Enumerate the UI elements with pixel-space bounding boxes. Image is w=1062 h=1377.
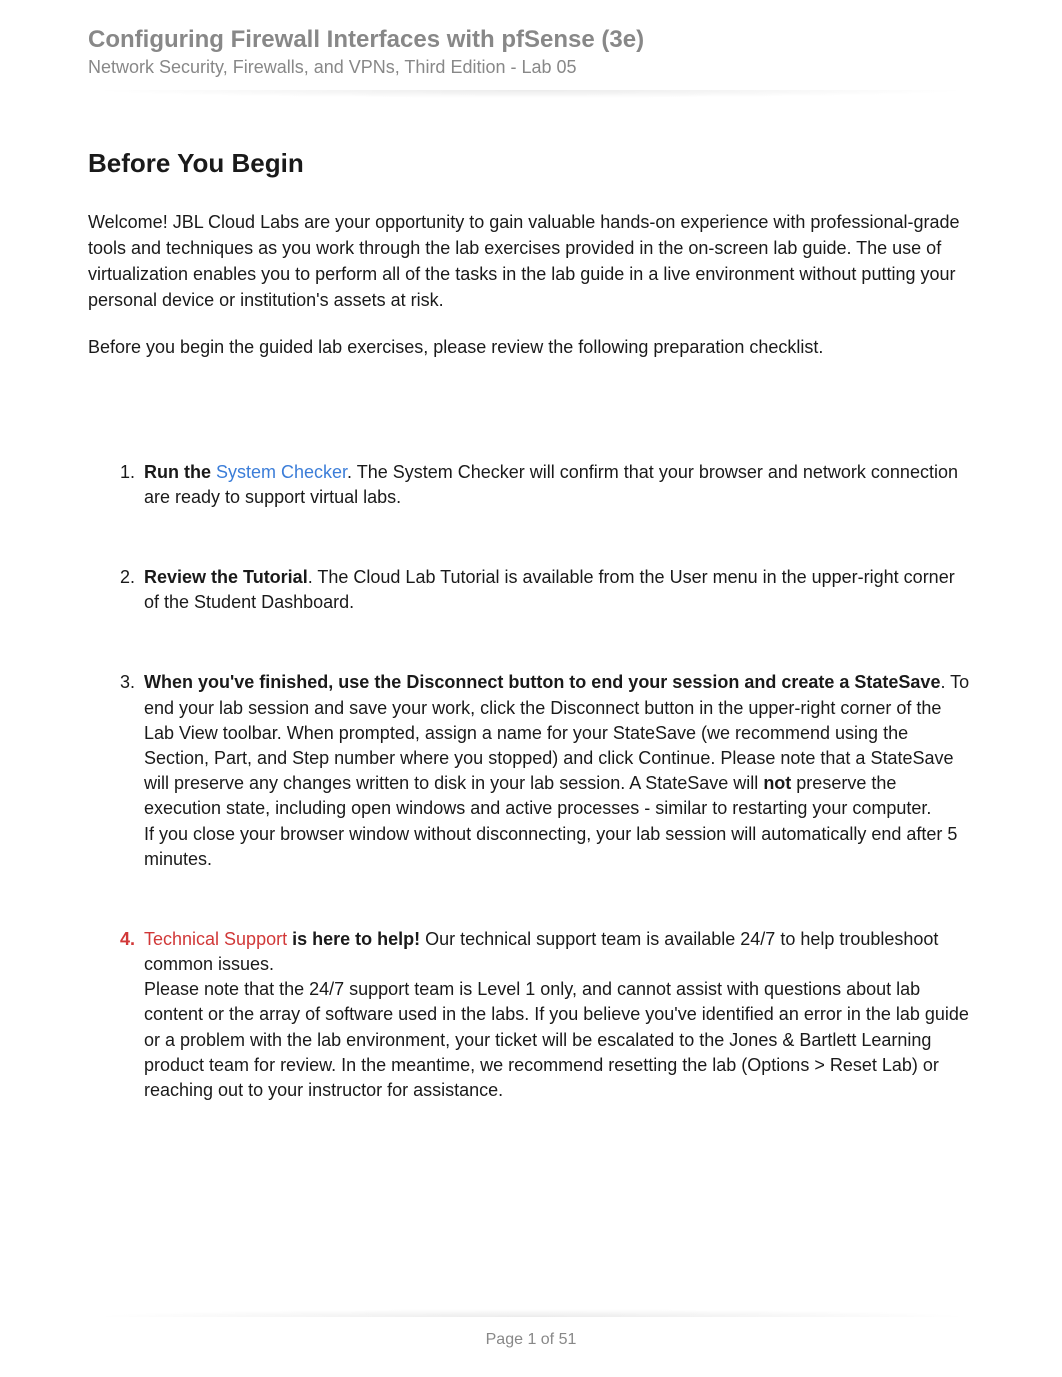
- header-divider: [88, 90, 974, 98]
- section-heading: Before You Begin: [88, 148, 974, 179]
- item-number: 4.: [120, 927, 135, 952]
- list-item: 1. Run the System Checker. The System Ch…: [144, 460, 974, 510]
- page-number: Page 1 of 51: [0, 1331, 1062, 1349]
- list-item: 3. When you've finished, use the Disconn…: [144, 670, 974, 872]
- technical-support-link[interactable]: Technical Support: [144, 929, 287, 949]
- intro-paragraph: Welcome! JBL Cloud Labs are your opportu…: [88, 209, 974, 313]
- document-subtitle: Network Security, Firewalls, and VPNs, T…: [88, 57, 974, 78]
- system-checker-link[interactable]: System Checker: [216, 462, 347, 482]
- item-number: 2.: [120, 565, 135, 590]
- document-header: Configuring Firewall Interfaces with pfS…: [88, 24, 974, 78]
- item-bold-prefix: When you've finished, use the Disconnect…: [144, 672, 940, 692]
- item-para2: Please note that the 24/7 support team i…: [144, 979, 969, 1100]
- item-number: 1.: [120, 460, 135, 485]
- item-bold-not: not: [763, 773, 791, 793]
- item-bold-prefix: Run the: [144, 462, 216, 482]
- footer-divider: [88, 1309, 974, 1317]
- page-container: Configuring Firewall Interfaces with pfS…: [0, 0, 1062, 1103]
- item-bold-after-link: is here to help!: [287, 929, 420, 949]
- checklist-intro: Before you begin the guided lab exercise…: [88, 334, 974, 360]
- item-para2: If you close your browser window without…: [144, 824, 957, 869]
- item-number: 3.: [120, 670, 135, 695]
- item-bold-prefix: Review the Tutorial: [144, 567, 308, 587]
- document-title: Configuring Firewall Interfaces with pfS…: [88, 24, 974, 55]
- preparation-checklist: 1. Run the System Checker. The System Ch…: [88, 460, 974, 1104]
- list-item: 2. Review the Tutorial. The Cloud Lab Tu…: [144, 565, 974, 615]
- list-item: 4. Technical Support is here to help! Ou…: [144, 927, 974, 1103]
